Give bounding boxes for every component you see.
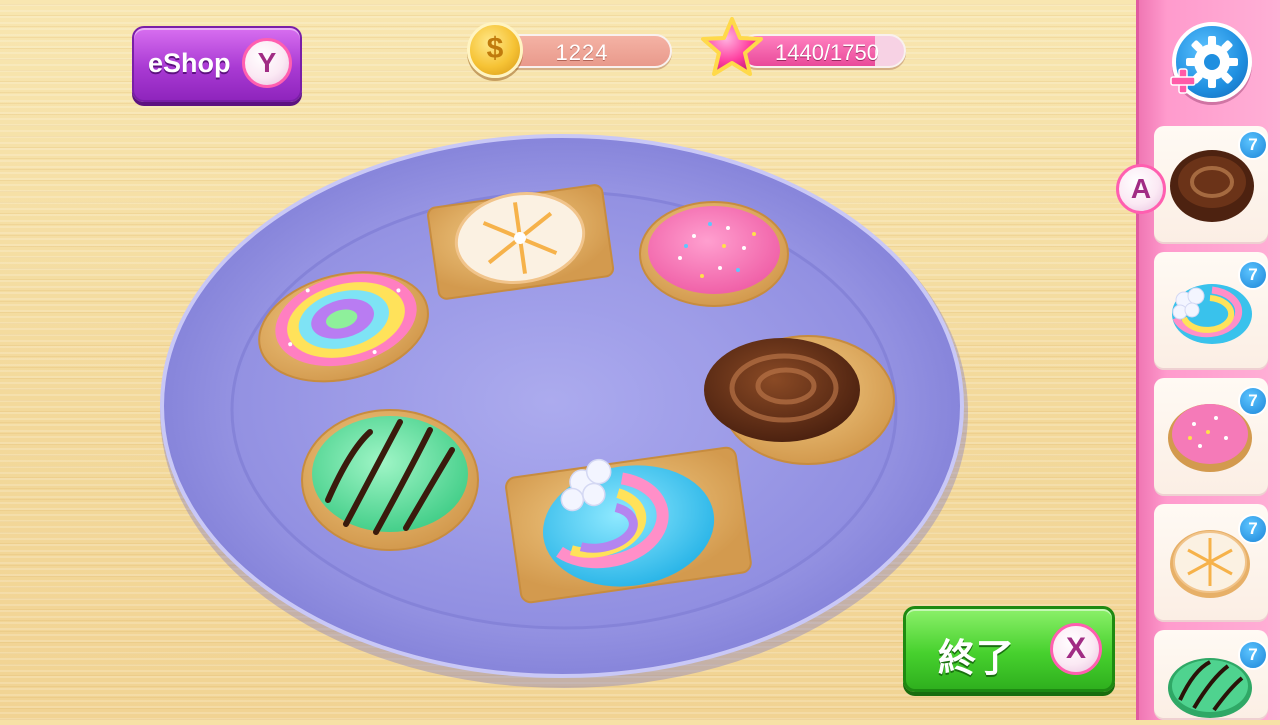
a-button-icon[interactable]: A — [1116, 164, 1166, 214]
count-badge-pink-sprinkle: 7 — [1238, 386, 1268, 416]
xp-bar: 1440/1750 — [740, 34, 906, 68]
mint-chocolate-cookie — [301, 409, 479, 551]
pink-sprinkle-cookie — [639, 201, 789, 307]
plus-icon — [1170, 68, 1196, 94]
eshop-button[interactable]: eShop Y — [132, 26, 302, 102]
eshop-label: eShop — [148, 48, 231, 78]
count-badge-lemon: 7 — [1238, 514, 1268, 544]
y-button-icon: Y — [242, 38, 292, 88]
count-badge-mint: 7 — [1238, 640, 1268, 670]
end-button-label: 終了 — [938, 638, 1015, 680]
count-badge-rainbow-cloud: 7 — [1238, 260, 1268, 290]
end-button[interactable]: 終了 X — [903, 606, 1115, 692]
count-badge-chocolate: 7 — [1238, 130, 1268, 160]
x-button-icon: X — [1050, 623, 1102, 675]
coin-icon: $ — [467, 22, 523, 78]
star-icon — [701, 17, 763, 76]
xp-text: 1440/1750 — [775, 40, 879, 65]
plate-with-cookies — [160, 134, 968, 688]
